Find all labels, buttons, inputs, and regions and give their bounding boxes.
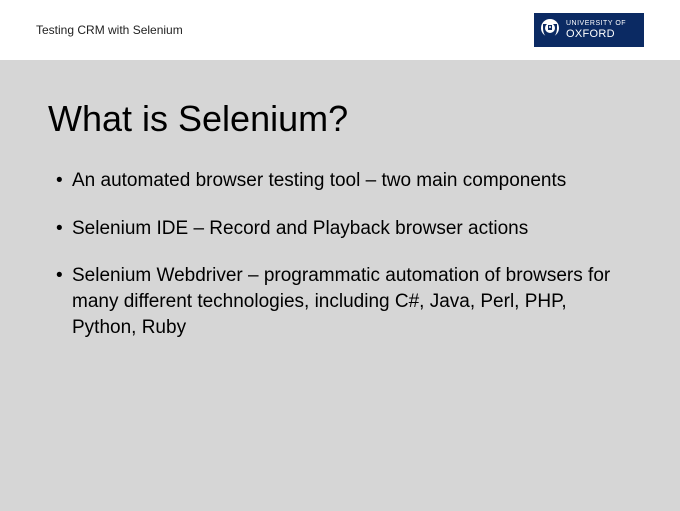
oxford-logo-text: UNIVERSITY OF OXFORD xyxy=(566,20,626,40)
bullet-item: Selenium IDE – Record and Playback brows… xyxy=(56,216,632,242)
oxford-crest-icon xyxy=(540,18,560,42)
oxford-line1: UNIVERSITY OF xyxy=(566,20,626,28)
slide-content: What is Selenium? An automated browser t… xyxy=(0,60,680,340)
oxford-logo: UNIVERSITY OF OXFORD xyxy=(534,13,644,47)
slide-title: What is Selenium? xyxy=(48,98,632,140)
bullet-list: An automated browser testing tool – two … xyxy=(48,168,632,340)
slide-header: Testing CRM with Selenium UNIVERSITY OF … xyxy=(0,0,680,60)
oxford-line2: OXFORD xyxy=(566,28,626,40)
header-breadcrumb: Testing CRM with Selenium xyxy=(36,23,183,37)
bullet-item: Selenium Webdriver – programmatic automa… xyxy=(56,263,632,340)
bullet-item: An automated browser testing tool – two … xyxy=(56,168,632,194)
